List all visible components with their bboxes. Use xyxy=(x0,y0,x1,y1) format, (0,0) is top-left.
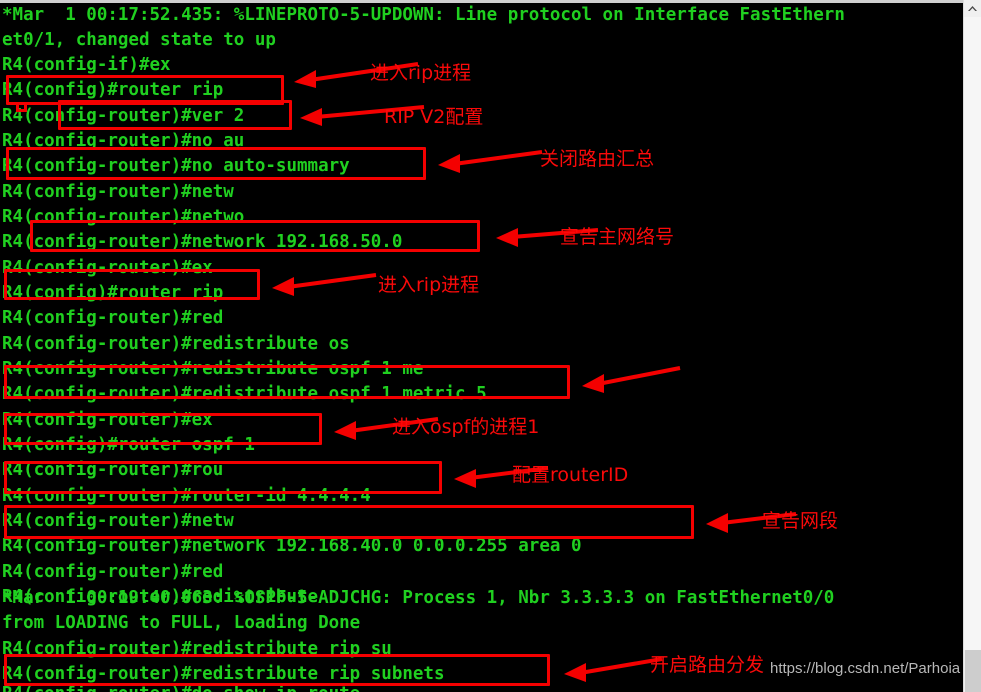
screenshot-root: *Mar 1 00:17:52.435: %LINEPROTO-5-UPDOWN… xyxy=(0,0,981,692)
terminal-line: R4(config-if)#ex xyxy=(2,55,171,75)
terminal-line: R4(config-router)#no au xyxy=(2,131,245,151)
terminal-console[interactable]: *Mar 1 00:17:52.435: %LINEPROTO-5-UPDOWN… xyxy=(0,0,963,692)
vertical-scrollbar[interactable] xyxy=(963,0,981,692)
terminal-line: R4(config-router)#no auto-summary xyxy=(2,156,350,176)
terminal-line: R4(config-router)#rou xyxy=(2,460,224,480)
terminal-line: *Mar 1 00:19:40.063: %OSPF-5-ADJCHG: Pro… xyxy=(2,588,835,608)
terminal-line: R4(config-router)#router-id 4.4.4.4 xyxy=(2,486,371,506)
terminal-line: R4(config)#router rip xyxy=(2,283,224,303)
terminal-line: R4(config-router)#ex xyxy=(2,410,213,430)
terminal-line: R4(config)#router ospf 1 xyxy=(2,435,255,455)
terminal-line: R4(config-router)#do show ip route xyxy=(2,682,360,692)
terminal-line: *Mar 1 00:17:52.435: %LINEPROTO-5-UPDOWN… xyxy=(2,5,845,25)
terminal-line: R4(config-router)#ver 2 xyxy=(2,106,245,126)
chevron-up-icon xyxy=(968,6,977,11)
terminal-line: R4(config-router)#network 192.168.50.0 xyxy=(2,232,403,252)
scroll-up-button[interactable] xyxy=(964,0,981,17)
terminal-line: R4(config-router)#redistribute os xyxy=(2,334,350,354)
terminal-line: R4(config)#router rip xyxy=(2,80,224,100)
scrollbar-thumb[interactable] xyxy=(965,650,981,692)
terminal-line: R4(config-router)#network 192.168.40.0 0… xyxy=(2,536,582,556)
terminal-line: from LOADING to FULL, Loading Done xyxy=(2,613,361,633)
terminal-line: R4(config-router)#ex xyxy=(2,258,213,278)
terminal-line: R4(config-router)#netw xyxy=(2,182,234,202)
terminal-line: R4(config-router)#red xyxy=(2,562,224,582)
scrollbar-track[interactable] xyxy=(964,17,981,650)
terminal-line: R4(config-router)#redistribute ospf 1 me xyxy=(2,359,424,379)
terminal-line: R4(config-router)#netwo xyxy=(2,207,245,227)
terminal-line: R4(config-router)#redistribute rip su xyxy=(2,639,392,659)
terminal-line: R4(config-router)#netw xyxy=(2,511,234,531)
terminal-line: R4(config-router)#redistribute ospf 1 me… xyxy=(2,384,487,404)
terminal-line: R4(config-router)#red xyxy=(2,308,224,328)
site-watermark: https://blog.csdn.net/Parhoia xyxy=(770,660,961,677)
terminal-line: et0/1, changed state to up xyxy=(2,30,276,50)
